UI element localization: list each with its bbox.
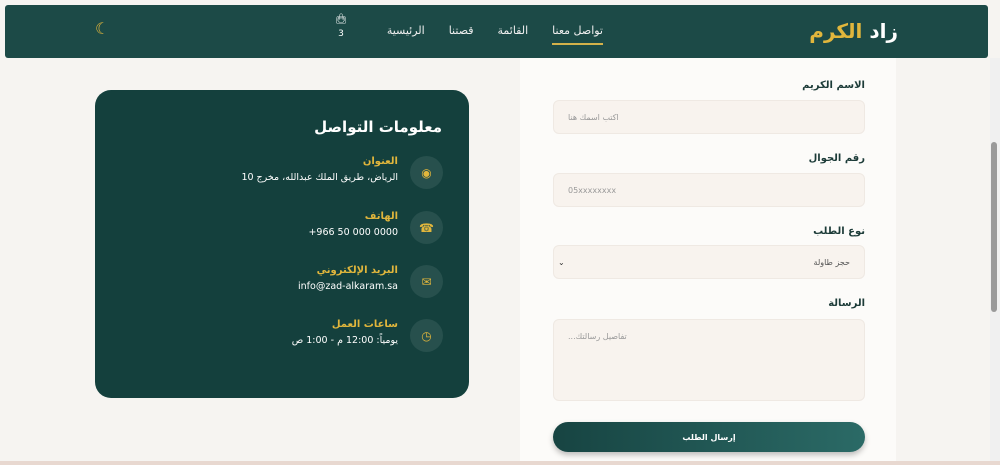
contact-item-title: الهاتف	[364, 211, 398, 222]
message-placeholder: تفاصيل رسالتك...	[568, 332, 627, 341]
nav-home[interactable]: الرئيسية	[387, 24, 425, 45]
scrollbar-thumb[interactable]	[991, 142, 997, 312]
contact-title: معلومات التواصل	[314, 118, 442, 136]
logo-accent: الكرم	[809, 19, 863, 43]
footer-edge	[0, 461, 1000, 465]
map-pin-icon: ◉	[410, 156, 443, 189]
name-placeholder: اكتب اسمك هنا	[568, 112, 619, 122]
request-type-label: نوع الطلب	[813, 226, 865, 237]
contact-item-title: البريد الإلكتروني	[316, 265, 398, 276]
phone-icon: ☎	[410, 211, 443, 244]
top-navbar: زاد الكرم الرئيسية قصتنا القائمة تواصل م…	[5, 5, 988, 58]
cart-button[interactable]: 👜︎ 3	[333, 14, 349, 39]
phone-input[interactable]: 05xxxxxxxx	[553, 173, 865, 207]
cart-count: 3	[338, 29, 344, 39]
dark-mode-moon-icon[interactable]: ☾	[95, 19, 109, 38]
nav-story[interactable]: قصتنا	[449, 24, 474, 45]
contact-item-title: ساعات العمل	[331, 319, 398, 330]
contact-item-address: ◉ العنوان الرياض، طريق الملك عبدالله، مخرج…	[123, 156, 443, 192]
submit-button[interactable]: إرسال الطلب	[553, 422, 865, 452]
name-label: الاسم الكريم	[802, 80, 865, 91]
chevron-down-icon: ⌄	[558, 257, 565, 267]
envelope-icon: ✉	[410, 265, 443, 298]
contact-item-value: +966 50 000 0000	[308, 227, 398, 238]
contact-item-title: العنوان	[362, 156, 398, 167]
phone-label: رقم الجوال	[808, 153, 865, 164]
contact-item-value: الرياض، طريق الملك عبدالله، مخرج 10	[241, 172, 398, 183]
clock-icon: ◷	[410, 319, 443, 352]
logo-text: زاد	[862, 19, 898, 43]
message-label: الرسالة	[828, 298, 865, 309]
shopping-bag-icon: 👜︎	[334, 14, 348, 25]
contact-item-value: يومياً: 12:00 م - 1:00 ص	[291, 335, 398, 346]
request-type-select[interactable]: ⌄ حجز طاولة	[553, 245, 865, 279]
phone-placeholder: 05xxxxxxxx	[568, 185, 617, 195]
nav-contact[interactable]: تواصل معنا	[552, 24, 603, 45]
nav-menu-link[interactable]: القائمة	[498, 24, 529, 45]
contact-item-value[interactable]: info@zad-alkaram.sa	[298, 281, 398, 292]
logo[interactable]: زاد الكرم	[809, 19, 898, 43]
nav-menu: الرئيسية قصتنا القائمة تواصل معنا	[387, 24, 603, 45]
message-textarea[interactable]: تفاصيل رسالتك...	[553, 319, 865, 401]
contact-info-card: معلومات التواصل ◉ العنوان الرياض، طريق الم…	[95, 90, 469, 398]
contact-item-email: ✉ البريد الإلكتروني info@zad-alkaram.sa	[123, 265, 443, 301]
contact-item-hours: ◷ ساعات العمل يومياً: 12:00 م - 1:00 ص	[123, 319, 443, 355]
name-input[interactable]: اكتب اسمك هنا	[553, 100, 865, 134]
contact-item-phone: ☎ الهاتف +966 50 000 0000	[123, 211, 443, 247]
request-type-value: حجز طاولة	[813, 257, 850, 267]
